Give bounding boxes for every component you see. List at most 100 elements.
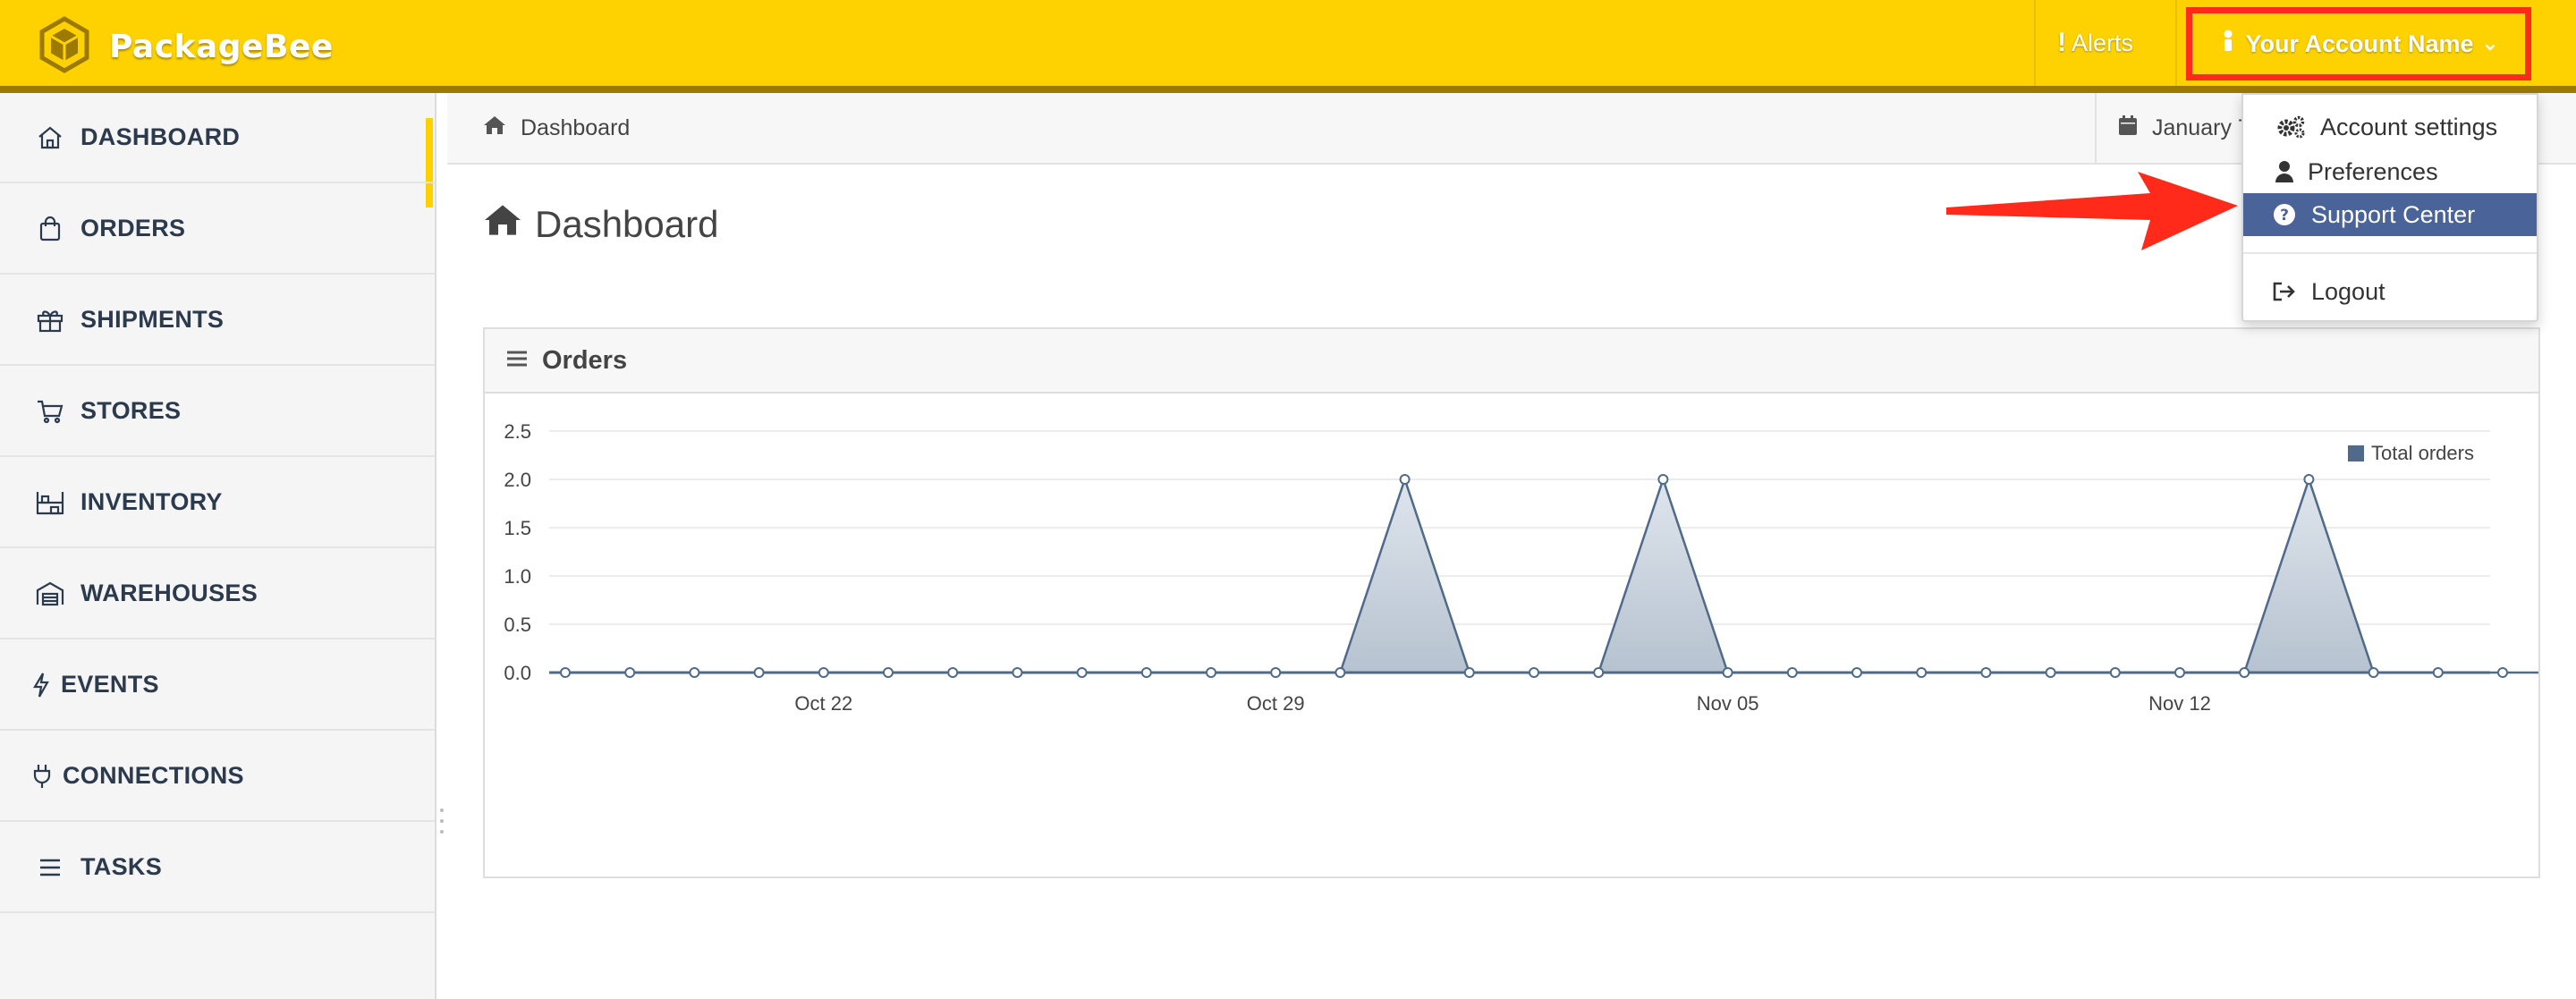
data-point xyxy=(1529,667,1539,678)
data-point xyxy=(2045,667,2056,678)
sign-out-icon xyxy=(2272,281,2297,302)
data-point xyxy=(1012,667,1023,678)
gift-icon xyxy=(32,302,68,338)
sidebar-item-label: TASKS xyxy=(80,853,163,880)
lightning-icon xyxy=(30,667,52,703)
x-tick-label: Nov 05 xyxy=(1697,692,1759,715)
y-tick-label: 1.0 xyxy=(504,565,531,588)
navbar-divider xyxy=(2175,0,2177,86)
sidebar-item-orders[interactable]: ORDERS xyxy=(0,184,435,275)
warehouse-icon xyxy=(32,576,68,612)
annotation-arrow xyxy=(1946,172,2238,250)
data-point xyxy=(689,667,700,678)
menu-item-support-center[interactable]: ? Support Center xyxy=(2243,193,2537,236)
sidebar-item-inventory[interactable]: INVENTORY xyxy=(0,458,435,548)
sidebar-item-connections[interactable]: CONNECTIONS xyxy=(0,732,435,822)
data-point xyxy=(1916,667,1928,678)
sidebar-item-tasks[interactable]: TASKS xyxy=(0,823,435,913)
data-point xyxy=(818,667,829,678)
menu-item-label: Support Center xyxy=(2311,200,2476,228)
orders-chart-svg: 0.0 0.5 1.0 1.5 2.0 2.5 Oct 22 Oct 29 Nov 05 Nov … xyxy=(504,420,2573,715)
menu-item-account-settings[interactable]: Account settings xyxy=(2243,106,2537,148)
data-point xyxy=(2368,667,2379,678)
y-tick-label: 0.0 xyxy=(504,662,531,684)
data-point xyxy=(1463,667,1475,678)
page-title-text: Dashboard xyxy=(535,203,719,245)
list-icon xyxy=(32,850,68,885)
top-navbar: PackageBee ! Alerts Your Account Name xyxy=(0,0,2576,93)
home-icon xyxy=(483,114,506,142)
user-icon xyxy=(2222,30,2234,59)
data-point xyxy=(2239,667,2250,678)
data-point xyxy=(1399,474,1411,485)
shelves-icon xyxy=(32,485,68,521)
alerts-link[interactable]: ! Alerts xyxy=(2057,0,2133,86)
data-point xyxy=(753,667,765,678)
sidebar-item-label: ORDERS xyxy=(80,215,186,241)
user-icon xyxy=(2272,160,2297,183)
data-point xyxy=(1335,667,1346,678)
sidebar: DASHBOARD ORDERS SHIPMENTS STORES INVENT… xyxy=(0,93,436,999)
data-point xyxy=(883,667,894,678)
data-point xyxy=(1206,667,1216,678)
chevron-down-icon xyxy=(2485,30,2496,58)
date-range-label: January 7 xyxy=(2152,114,2250,140)
home-icon xyxy=(32,120,68,156)
sidebar-item-label: WAREHOUSES xyxy=(80,580,258,606)
calendar-icon xyxy=(2118,114,2138,142)
data-point xyxy=(1852,667,1862,678)
alerts-label: Alerts xyxy=(2072,29,2134,56)
x-tick-label: Oct 29 xyxy=(1247,692,1305,715)
data-point xyxy=(1270,667,1282,678)
list-icon xyxy=(506,346,528,376)
sidebar-item-warehouses[interactable]: WAREHOUSES xyxy=(0,549,435,639)
orders-chart: 0.0 0.5 1.0 1.5 2.0 2.5 Oct 22 Oct 29 Nov 05 Nov … xyxy=(485,395,2573,878)
gears-icon xyxy=(2275,114,2308,140)
app-name: PackageBee xyxy=(109,28,334,65)
menu-item-label: Account settings xyxy=(2320,113,2498,140)
x-tick-label: Nov 12 xyxy=(2148,692,2211,715)
data-point xyxy=(2109,667,2121,678)
data-point xyxy=(947,667,959,678)
navbar-divider xyxy=(2034,0,2036,86)
sidebar-item-shipments[interactable]: SHIPMENTS xyxy=(0,275,435,366)
menu-item-label: Logout xyxy=(2311,277,2385,305)
menu-divider xyxy=(2243,252,2537,254)
sidebar-resize-handle[interactable] xyxy=(438,809,445,834)
y-tick-label: 2.5 xyxy=(504,420,531,443)
orders-panel: Orders 0.0 0.5 1.0 1.5 2.0 2.5 Oct 22 Oct 29 Nov… xyxy=(483,327,2573,878)
data-point xyxy=(624,667,636,678)
y-tick-label: 1.5 xyxy=(504,517,531,539)
data-point xyxy=(2303,474,2315,485)
plug-icon xyxy=(30,758,54,794)
sidebar-item-label: STORES xyxy=(80,397,182,424)
data-point xyxy=(1657,474,1669,485)
y-tick-label: 2.0 xyxy=(504,469,531,491)
home-icon xyxy=(483,202,522,247)
sidebar-item-label: CONNECTIONS xyxy=(63,762,244,789)
svg-text:?: ? xyxy=(2280,207,2289,224)
account-menu-toggle[interactable]: Your Account Name xyxy=(2186,7,2531,80)
sidebar-item-label: INVENTORY xyxy=(80,488,223,515)
breadcrumb[interactable]: Dashboard xyxy=(483,93,630,163)
data-point xyxy=(2432,667,2444,678)
shopping-bag-icon xyxy=(32,211,68,247)
data-point xyxy=(1076,667,1088,678)
menu-item-logout[interactable]: Logout xyxy=(2243,270,2537,313)
question-circle-icon: ? xyxy=(2272,203,2297,226)
data-point xyxy=(560,667,571,678)
sidebar-item-events[interactable]: EVENTS xyxy=(0,640,435,731)
orders-panel-title: Orders xyxy=(542,345,628,375)
orders-panel-header: Orders xyxy=(485,329,2538,394)
menu-item-label: Preferences xyxy=(2308,157,2438,185)
sidebar-item-stores[interactable]: STORES xyxy=(0,367,435,457)
sidebar-item-label: DASHBOARD xyxy=(80,123,241,150)
sidebar-item-dashboard[interactable]: DASHBOARD xyxy=(0,93,435,183)
app-logo[interactable]: PackageBee xyxy=(36,15,334,78)
menu-item-preferences[interactable]: Preferences xyxy=(2243,150,2537,193)
hexagon-box-logo-icon xyxy=(36,15,93,78)
sidebar-item-label: SHIPMENTS xyxy=(80,306,225,333)
y-tick-label: 0.5 xyxy=(504,614,531,636)
x-tick-label: Oct 22 xyxy=(794,692,852,715)
data-point xyxy=(1980,667,1992,678)
